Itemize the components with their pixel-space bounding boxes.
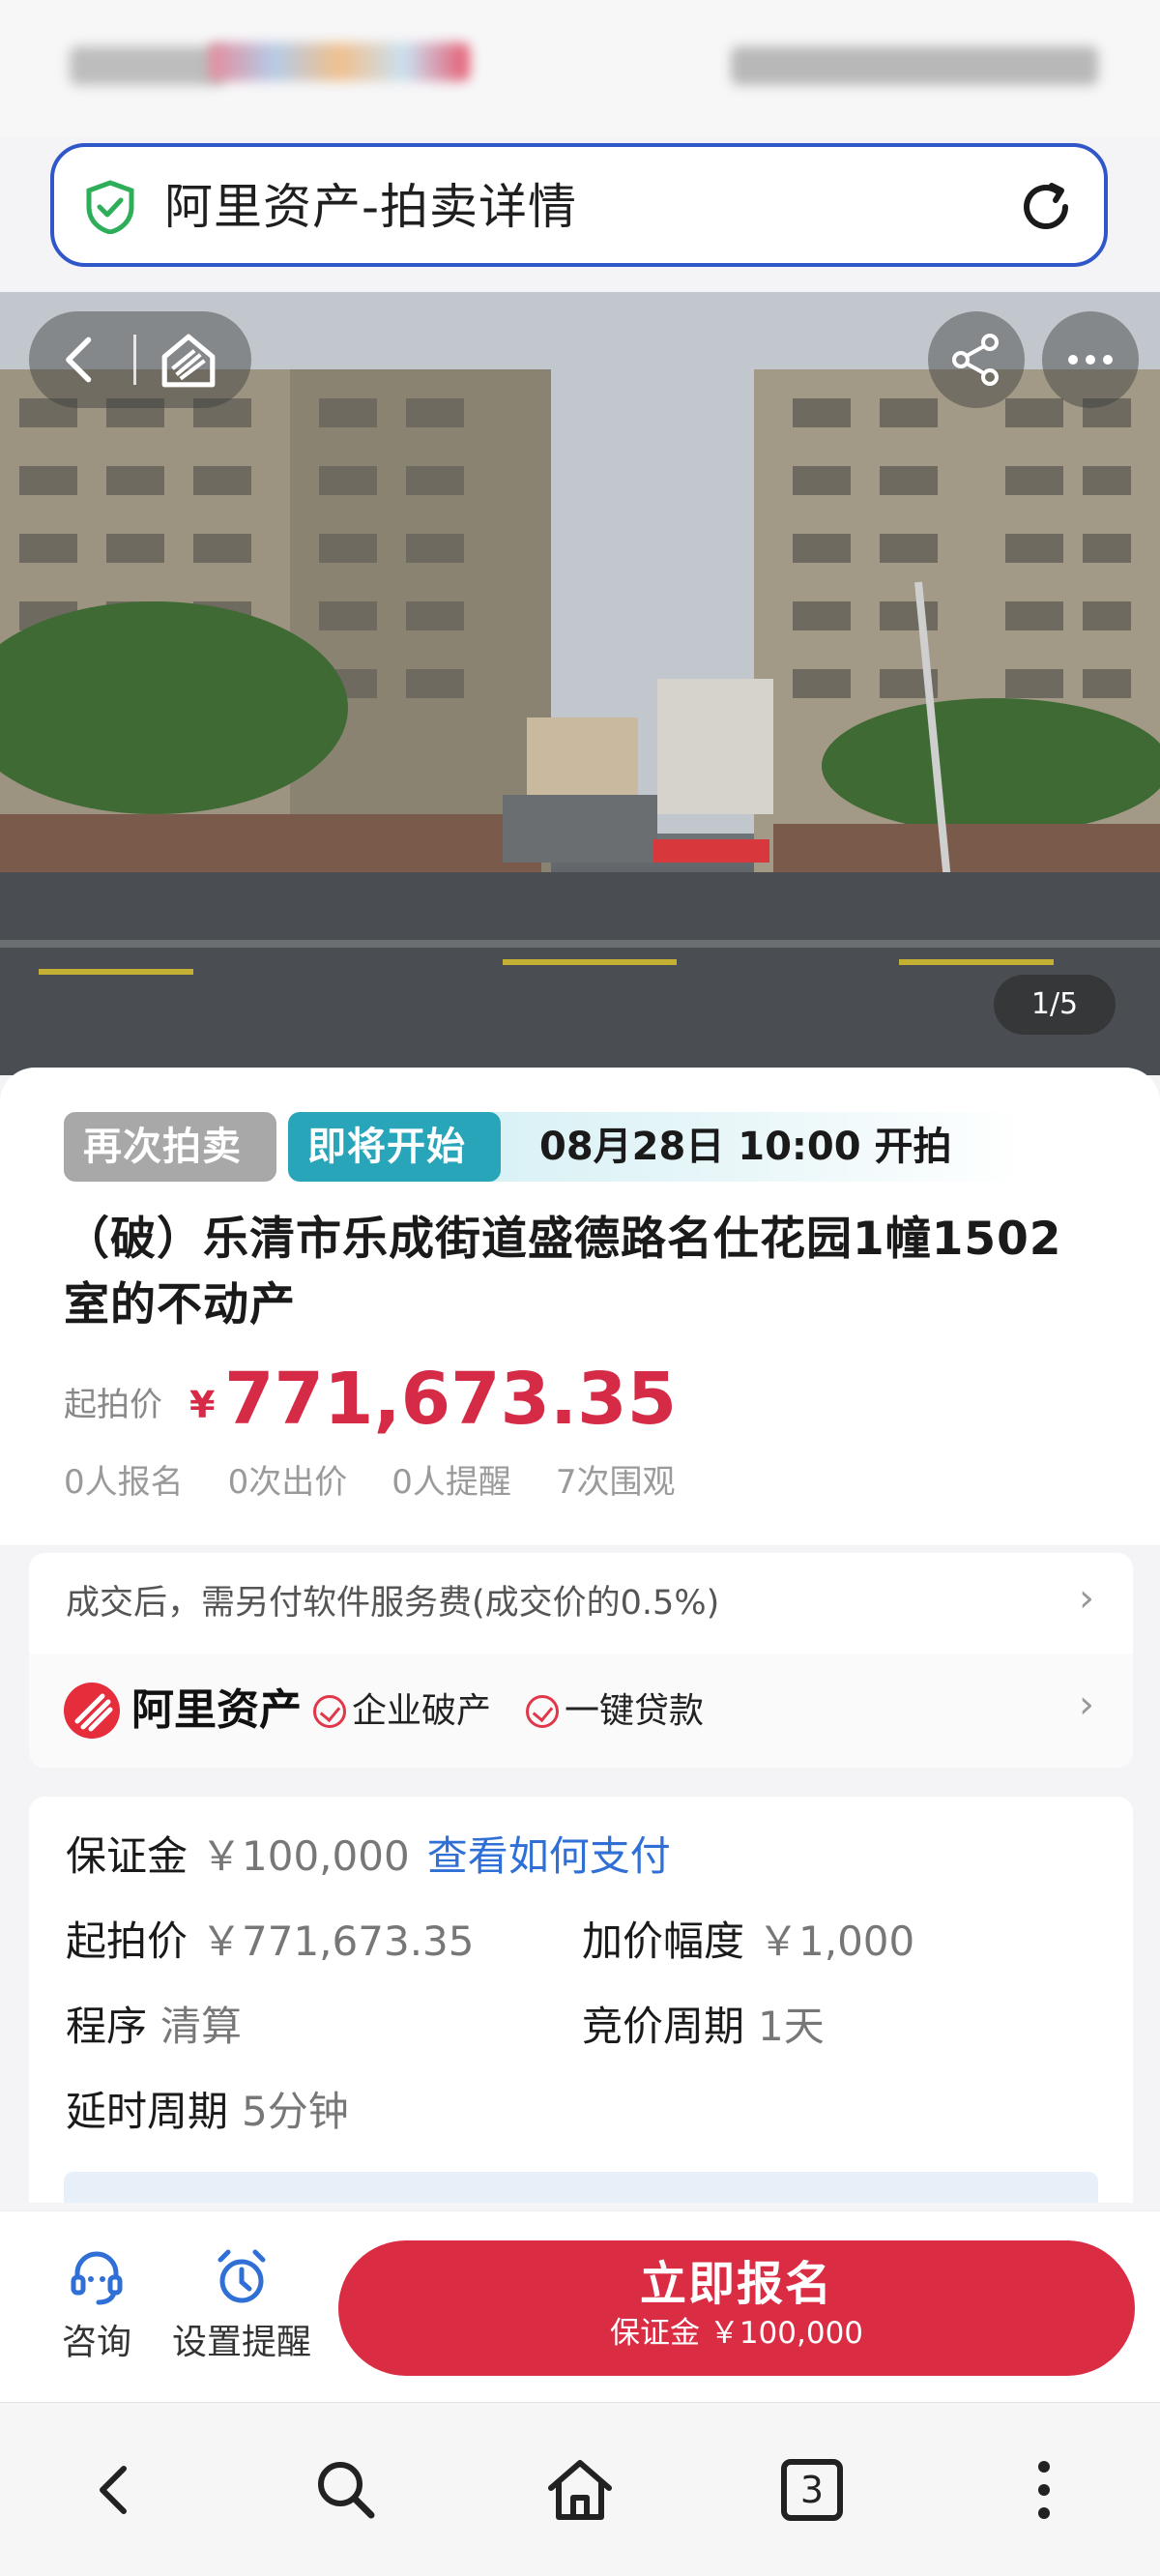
brand-row[interactable]: 阿里资产 企业破产 一键贷款 ›	[29, 1654, 1133, 1768]
deposit-row: 保证金 ￥100,000 查看如何支付	[66, 1828, 671, 1886]
refresh-icon[interactable]	[1017, 178, 1075, 236]
share-icon	[952, 334, 999, 386]
set-reminder-button[interactable]: 设置提醒	[164, 2246, 319, 2364]
status-bar	[0, 0, 1160, 137]
action-bar: 咨询 设置提醒 立即报名 保证金 ￥100,000	[0, 2210, 1160, 2402]
bidding-cycle-value: 1天	[758, 2003, 825, 2050]
delay-cycle-row: 延时周期 5分钟	[66, 2083, 349, 2141]
headset-icon	[71, 2251, 123, 2305]
menu-dots-icon[interactable]	[1005, 2451, 1083, 2529]
status-blur-left	[70, 46, 224, 85]
signup-label: 立即报名	[639, 2257, 833, 2311]
feature-loan: 一键贷款	[526, 1684, 704, 1739]
ali-assets-logo-icon	[64, 1683, 120, 1739]
how-to-pay-link[interactable]: 查看如何支付	[427, 1832, 671, 1880]
property-photo[interactable]	[0, 292, 1160, 1075]
auction-title: （破）乐清市乐成街道盛德路名仕花园1幢1502室的不动产	[64, 1213, 1062, 1332]
property-photo-illustration	[0, 292, 1160, 1075]
signup-now-button[interactable]: 立即报名 保证金 ￥100,000	[338, 2240, 1135, 2376]
signup-deposit-label: 保证金 ￥100,000	[609, 2316, 864, 2351]
delay-cycle-value: 5分钟	[242, 2088, 349, 2135]
set-reminder-label: 设置提醒	[171, 2323, 311, 2362]
start-price-row: 起拍价 ￥771,673.35	[66, 1913, 475, 1971]
increment-row: 加价幅度 ￥1,000	[582, 1913, 914, 1971]
browser-bottom-nav: 3	[0, 2402, 1160, 2576]
page-title: 阿里资产-拍卖详情	[164, 179, 578, 235]
stat-bids: 0次出价	[227, 1463, 348, 1502]
more-options-button[interactable]	[1042, 311, 1139, 408]
status-blur-right	[731, 46, 1098, 85]
back-arrow-icon[interactable]	[54, 333, 108, 387]
check-circle-icon	[526, 1695, 559, 1728]
chevron-right-icon: ›	[1079, 1576, 1094, 1621]
consult-button[interactable]: 咨询	[54, 2246, 139, 2364]
retry-auction-tag: 再次拍卖	[64, 1112, 276, 1182]
start-price-value: 771,673.35	[224, 1358, 678, 1441]
status-blur-notifications	[209, 43, 470, 81]
home-icon[interactable]	[159, 331, 218, 391]
bidding-cycle-row: 竞价周期 1天	[582, 1998, 825, 2056]
shield-check-icon	[86, 180, 134, 234]
auction-stats: 0人报名 0次出价 0人提醒 7次围观	[64, 1458, 676, 1507]
detail-start-price-label: 起拍价	[66, 1917, 188, 1965]
procedure-label: 程序	[66, 2003, 148, 2050]
bidding-cycle-label: 竞价周期	[582, 2003, 745, 2050]
consult-label: 咨询	[61, 2323, 131, 2362]
price-currency: ¥	[189, 1384, 216, 1426]
tabs-button[interactable]: 3	[773, 2451, 851, 2529]
stat-reminders: 0人提醒	[392, 1463, 511, 1502]
service-fee-text: 成交后，需另付软件服务费(成交价的0.5%)	[66, 1584, 720, 1623]
home-icon[interactable]	[541, 2451, 619, 2529]
deposit-value: ￥100,000	[201, 1832, 410, 1880]
feature-bankruptcy: 企业破产	[313, 1684, 491, 1739]
more-dots-icon	[1068, 355, 1113, 365]
brand-name: 阿里资产	[131, 1685, 302, 1735]
stat-registrations: 0人报名	[64, 1463, 184, 1502]
photo-nav-pill	[29, 311, 251, 408]
image-counter: 1/5	[994, 975, 1116, 1035]
check-circle-icon	[313, 1695, 346, 1728]
start-price-label: 起拍价	[64, 1386, 162, 1424]
deposit-label: 保证金	[66, 1832, 188, 1880]
procedure-value: 清算	[160, 2003, 243, 2050]
delay-cycle-label: 延时周期	[66, 2088, 229, 2135]
tab-count: 3	[799, 2469, 825, 2511]
detail-start-price-value: ￥771,673.35	[201, 1917, 475, 1965]
address-bar[interactable]: 阿里资产-拍卖详情	[50, 143, 1108, 267]
feature-loan-label: 一键贷款	[565, 1691, 705, 1731]
stat-views: 7次围观	[555, 1463, 676, 1502]
start-time: 08月28日 10:00 开拍	[539, 1125, 952, 1169]
share-button[interactable]	[928, 311, 1025, 408]
service-fee-row[interactable]: 成交后，需另付软件服务费(成交价的0.5%) ›	[29, 1553, 1133, 1654]
back-icon[interactable]	[75, 2451, 153, 2529]
auction-details-card: 保证金 ￥100,000 查看如何支付 起拍价 ￥771,673.35 加价幅度 ￥1,…	[29, 1797, 1133, 2203]
feature-bankruptcy-label: 企业破产	[352, 1691, 492, 1731]
nav-divider	[133, 335, 136, 385]
address-strip[interactable]	[64, 2172, 1098, 2203]
procedure-row: 程序 清算	[66, 1998, 242, 2056]
increment-value: ￥1,000	[758, 1917, 915, 1965]
search-icon[interactable]	[307, 2451, 385, 2529]
alarm-clock-icon	[218, 2249, 266, 2303]
chevron-right-icon: ›	[1079, 1683, 1094, 1727]
increment-label: 加价幅度	[582, 1917, 745, 1965]
status-tag: 即将开始	[288, 1112, 501, 1182]
